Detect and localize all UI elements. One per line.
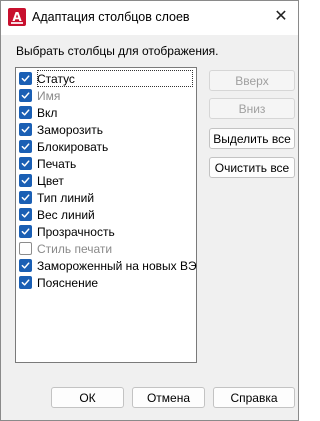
dialog-window: A Адаптация столбцов слоев ✕ Выбрать сто…: [0, 0, 299, 421]
column-row[interactable]: Вес линий: [19, 206, 194, 223]
move-down-button[interactable]: Вниз: [209, 98, 295, 119]
column-label: Вкл: [37, 105, 58, 120]
column-row[interactable]: Печать: [19, 155, 194, 172]
checkbox-checked[interactable]: [19, 208, 32, 221]
column-row[interactable]: Замороженный на новых ВЭ: [19, 257, 197, 274]
ok-button[interactable]: ОК: [51, 387, 124, 408]
checkbox-checked[interactable]: [19, 191, 32, 204]
column-row[interactable]: Имя: [19, 87, 194, 104]
column-row[interactable]: Блокировать: [19, 138, 194, 155]
column-label: Пояснение: [37, 275, 99, 290]
column-label: Заморозить: [37, 122, 104, 137]
checkbox-checked[interactable]: [19, 259, 32, 272]
column-row[interactable]: Цвет: [19, 172, 194, 189]
select-all-button[interactable]: Выделить все: [209, 128, 295, 149]
column-label: Печать: [37, 156, 77, 171]
clear-all-button[interactable]: Очистить все: [209, 157, 295, 178]
column-row[interactable]: Вкл: [19, 104, 194, 121]
column-row[interactable]: Заморозить: [19, 121, 194, 138]
focus-rectangle: [37, 70, 193, 87]
autocad-icon: A: [8, 8, 26, 26]
column-label: Тип линий: [37, 190, 95, 205]
move-up-button[interactable]: Вверх: [209, 70, 295, 91]
window-title: Адаптация столбцов слоев: [32, 10, 190, 24]
column-label: Замороженный на новых ВЭ: [37, 258, 197, 273]
close-icon[interactable]: ✕: [268, 5, 294, 29]
checkbox-checked[interactable]: [19, 174, 32, 187]
column-label: Цвет: [37, 173, 64, 188]
checkbox-checked[interactable]: [19, 72, 32, 85]
column-row[interactable]: Пояснение: [19, 274, 194, 291]
column-label: Прозрачность: [37, 224, 115, 239]
column-row[interactable]: Тип линий: [19, 189, 194, 206]
column-row[interactable]: Прозрачность: [19, 223, 194, 240]
checkbox-checked[interactable]: [19, 106, 32, 119]
checkbox-checked[interactable]: [19, 89, 32, 102]
checkbox-unchecked[interactable]: [19, 242, 32, 255]
column-label: Стиль печати: [37, 241, 113, 256]
checkbox-checked[interactable]: [19, 123, 32, 136]
checkbox-checked[interactable]: [19, 140, 32, 153]
cancel-button[interactable]: Отмена: [132, 387, 205, 408]
checkbox-checked[interactable]: [19, 276, 32, 289]
column-row[interactable]: Стиль печати: [19, 240, 194, 257]
checkbox-checked[interactable]: [19, 225, 32, 238]
column-label: Блокировать: [37, 139, 109, 154]
column-label: Имя: [37, 88, 61, 103]
title-bar: A Адаптация столбцов слоев ✕: [1, 1, 298, 35]
help-button[interactable]: Справка: [213, 387, 295, 408]
columns-listbox[interactable]: Статус Имя Вкл Заморозить Блокировать Печать Ц…: [15, 67, 197, 363]
checkbox-checked[interactable]: [19, 157, 32, 170]
columns-caption: Выбрать столбцы для отображения.: [16, 44, 219, 58]
column-label: Вес линий: [37, 207, 95, 222]
column-row[interactable]: Статус: [19, 70, 194, 87]
